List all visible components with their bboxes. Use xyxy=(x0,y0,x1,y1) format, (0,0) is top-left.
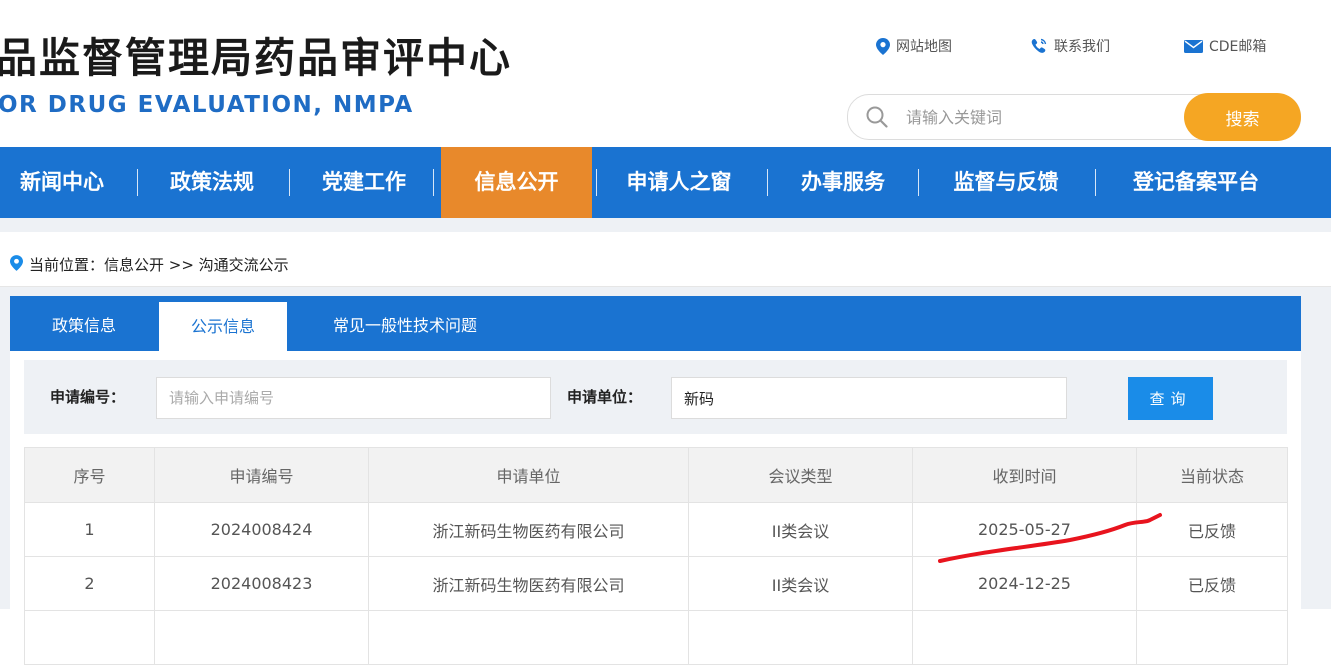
email-link-label: CDE邮箱 xyxy=(1209,39,1267,55)
unit-input[interactable] xyxy=(671,377,1067,419)
search-icon xyxy=(866,106,888,132)
nav-item-registration-platform[interactable]: 登记备案平台 xyxy=(1107,147,1285,218)
nav-divider xyxy=(1095,169,1096,196)
breadcrumb-text: 当前位置：信息公开 >> 沟通交流公示 xyxy=(29,256,289,274)
nav-item-policy[interactable]: 政策法规 xyxy=(150,147,274,218)
col-header-index: 序号 xyxy=(24,447,155,503)
phone-icon xyxy=(1030,38,1048,54)
cell-meeting-type: II类会议 xyxy=(688,556,913,611)
cell-status: 已反馈 xyxy=(1136,502,1288,557)
sitemap-link-label: 网站地图 xyxy=(896,39,952,55)
cell-index: 1 xyxy=(24,502,155,557)
breadcrumb: 当前位置：信息公开 >> 沟通交流公示 xyxy=(10,254,289,275)
contact-link[interactable]: 联系我们 xyxy=(1030,36,1110,56)
col-header-received-date: 收到时间 xyxy=(912,447,1137,503)
app-no-input[interactable] xyxy=(156,377,551,419)
tab-public-notice[interactable]: 公示信息 xyxy=(159,302,287,351)
main-nav: 新闻中心 政策法规 党建工作 信息公开 申请人之窗 办事服务 监督与反馈 登记备… xyxy=(0,147,1331,218)
nav-item-supervision-feedback[interactable]: 监督与反馈 xyxy=(930,147,1082,218)
tab-policy-info[interactable]: 政策信息 xyxy=(10,296,158,351)
unit-label: 申请单位： xyxy=(567,388,643,406)
search-box: 搜索 xyxy=(847,93,1301,141)
table-row[interactable]: 2 2024008423 浙江新码生物医药有限公司 II类会议 2024-12-… xyxy=(24,556,1288,611)
col-header-status: 当前状态 xyxy=(1136,447,1288,503)
nav-item-news[interactable]: 新闻中心 xyxy=(0,147,124,218)
map-pin-icon xyxy=(876,37,890,55)
cell-meeting-type: II类会议 xyxy=(688,502,913,557)
cell-unit: 浙江新码生物医药有限公司 xyxy=(368,556,689,611)
breadcrumb-bar: 当前位置：信息公开 >> 沟通交流公示 xyxy=(0,232,1331,287)
site-title-cn: 品监督管理局药品审评中心 xyxy=(0,34,512,82)
nav-item-services[interactable]: 办事服务 xyxy=(780,147,906,218)
nav-item-applicant-window[interactable]: 申请人之窗 xyxy=(604,147,754,218)
tab-bar: 政策信息 公示信息 常见一般性技术问题 xyxy=(10,296,1301,351)
col-header-unit: 申请单位 xyxy=(368,447,689,503)
notice-panel: 政策信息 公示信息 常见一般性技术问题 申请编号： 申请单位： 查询 序号 申请… xyxy=(10,296,1301,665)
location-pin-icon xyxy=(10,254,23,275)
cell-received-date: 2025-05-27 xyxy=(912,502,1137,557)
sitemap-link[interactable]: 网站地图 xyxy=(876,36,952,56)
nav-item-info-disclosure[interactable]: 信息公开 xyxy=(441,147,592,218)
mail-icon xyxy=(1184,39,1203,53)
cell-status: 已反馈 xyxy=(1136,556,1288,611)
contact-link-label: 联系我们 xyxy=(1054,39,1110,55)
site-title-en: OR DRUG EVALUATION, NMPA xyxy=(0,92,414,118)
query-button[interactable]: 查询 xyxy=(1128,377,1213,420)
app-no-label: 申请编号： xyxy=(50,388,126,406)
table-row[interactable]: 1 2024008424 浙江新码生物医药有限公司 II类会议 2025-05-… xyxy=(24,502,1288,557)
table-row xyxy=(24,610,1288,665)
nav-divider xyxy=(767,169,768,196)
cell-received-date: 2024-12-25 xyxy=(912,556,1137,611)
nav-item-party[interactable]: 党建工作 xyxy=(302,147,426,218)
nav-divider xyxy=(596,169,597,196)
tab-common-tech-questions[interactable]: 常见一般性技术问题 xyxy=(310,296,500,351)
cell-index: 2 xyxy=(24,556,155,611)
nav-divider xyxy=(137,169,138,196)
nav-divider xyxy=(289,169,290,196)
results-table: 序号 申请编号 申请单位 会议类型 收到时间 当前状态 1 2024008424… xyxy=(24,447,1288,665)
table-header-row: 序号 申请编号 申请单位 会议类型 收到时间 当前状态 xyxy=(24,447,1288,503)
email-link[interactable]: CDE邮箱 xyxy=(1184,36,1266,56)
cell-unit: 浙江新码生物医药有限公司 xyxy=(368,502,689,557)
cell-app-no: 2024008423 xyxy=(154,556,369,611)
col-header-meeting-type: 会议类型 xyxy=(688,447,913,503)
col-header-app-no: 申请编号 xyxy=(154,447,369,503)
search-input[interactable] xyxy=(904,101,1168,133)
nav-divider xyxy=(433,169,434,196)
search-filter: 申请编号： 申请单位： 查询 xyxy=(24,360,1287,434)
site-header: 品监督管理局药品审评中心 OR DRUG EVALUATION, NMPA 网站… xyxy=(0,0,1331,147)
search-button[interactable]: 搜索 xyxy=(1184,93,1301,141)
cell-app-no: 2024008424 xyxy=(154,502,369,557)
nav-divider xyxy=(918,169,919,196)
